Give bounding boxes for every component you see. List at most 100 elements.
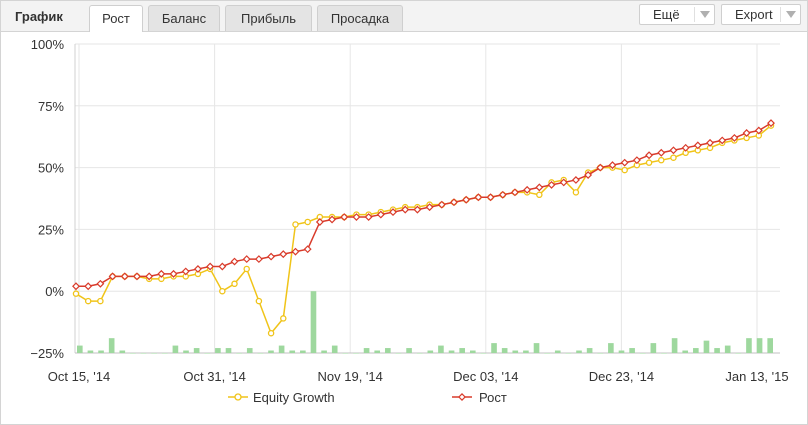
volume-bar xyxy=(225,348,232,353)
volume-bar xyxy=(661,353,667,354)
volume-bar xyxy=(257,353,264,354)
volume-bar xyxy=(512,350,519,353)
growth-point xyxy=(620,158,629,167)
x-tick-label: Jan 13, '15 xyxy=(725,369,788,384)
equity-growth-point xyxy=(97,297,104,305)
growth-point xyxy=(218,262,227,271)
volume-bar xyxy=(278,345,285,353)
volume-bar xyxy=(469,350,476,353)
volume-bar xyxy=(554,350,561,353)
volume-bar xyxy=(756,338,763,353)
volume-bar xyxy=(363,348,370,353)
equity-growth-point xyxy=(670,154,677,161)
growth-point xyxy=(693,141,702,150)
volume-bar xyxy=(161,353,168,354)
equity-growth-point xyxy=(621,166,628,174)
y-tick-label: 25% xyxy=(38,222,64,237)
growth-point xyxy=(303,245,312,254)
volume-bar xyxy=(501,348,508,353)
growth-point xyxy=(669,146,678,155)
equity-growth-point xyxy=(72,290,80,297)
volume-bar xyxy=(491,343,497,353)
volume-bar xyxy=(215,348,221,353)
y-tick-label: 50% xyxy=(38,161,64,176)
volume-bar xyxy=(650,343,657,353)
y-tick-label: 100% xyxy=(31,37,65,52)
volume-bar xyxy=(374,350,381,353)
volume-bar xyxy=(724,345,731,353)
volume-bar xyxy=(629,348,635,353)
growth-line xyxy=(76,122,772,288)
growth-point xyxy=(267,252,276,261)
volume-bar xyxy=(353,353,359,354)
volume-bar xyxy=(459,348,465,353)
x-tick-label: Dec 03, '14 xyxy=(453,369,518,384)
volume-bar xyxy=(438,345,444,353)
volume-bar xyxy=(151,353,157,354)
volume-bar xyxy=(703,340,710,353)
volume-bar xyxy=(204,353,211,354)
equity-growth-point xyxy=(536,191,543,199)
y-tick-label: 75% xyxy=(38,99,64,114)
equity-growth-point xyxy=(219,287,226,295)
volume-bar xyxy=(289,350,296,353)
growth-point xyxy=(242,255,251,264)
volume-bar xyxy=(671,338,678,353)
legend-growth-label: Рост xyxy=(479,390,507,405)
growth-point xyxy=(632,156,641,165)
y-tick-label: −25% xyxy=(30,346,64,361)
growth-point xyxy=(157,269,166,278)
equity-growth-point xyxy=(572,189,580,196)
growth-point xyxy=(84,282,93,291)
equity-growth-point xyxy=(243,265,250,273)
growth-point xyxy=(254,255,263,264)
equity-growth-point xyxy=(84,297,92,305)
volume-bar xyxy=(342,353,349,354)
volume-bar xyxy=(544,353,550,354)
growth-point xyxy=(571,176,580,184)
volume-bar xyxy=(77,345,83,353)
growth-point xyxy=(706,138,714,147)
volume-bar xyxy=(268,350,274,353)
volume-bar xyxy=(183,350,189,353)
volume-bar xyxy=(533,343,540,353)
volume-bar xyxy=(565,353,572,354)
growth-point xyxy=(645,151,654,160)
x-tick-label: Nov 19, '14 xyxy=(318,369,383,384)
growth-point xyxy=(72,282,80,291)
equity-growth-point xyxy=(292,221,299,228)
volume-bar xyxy=(321,350,327,353)
volume-bar xyxy=(693,348,699,353)
volume-bar xyxy=(395,353,402,354)
volume-bar xyxy=(406,348,412,353)
volume-bar xyxy=(416,353,423,354)
growth-point xyxy=(657,148,666,157)
growth-point xyxy=(230,257,239,266)
volume-bar xyxy=(714,348,720,353)
volume-bar xyxy=(682,350,689,353)
volume-bar xyxy=(735,353,742,354)
volume-bar xyxy=(608,343,614,353)
volume-bar xyxy=(119,350,126,353)
legend-equity-label: Equity Growth xyxy=(253,390,335,405)
volume-bar xyxy=(98,350,104,353)
volume-bar xyxy=(448,350,455,353)
volume-bar xyxy=(767,338,773,353)
equity-growth-point xyxy=(658,156,665,164)
volume-bar xyxy=(193,348,200,353)
volume-bar xyxy=(746,338,752,353)
volume-bar xyxy=(427,350,434,353)
volume-bar xyxy=(639,353,646,354)
growth-point xyxy=(193,264,202,273)
x-tick-label: Oct 31, '14 xyxy=(183,369,245,384)
growth-point xyxy=(291,247,300,256)
growth-point xyxy=(279,250,288,259)
volume-bar xyxy=(172,345,179,353)
volume-bar xyxy=(236,353,242,354)
y-tick-label: 0% xyxy=(45,284,64,299)
growth-chart: 100% 75% 50% 25% 0% −25% Oct 15, '14 Oct 31, '1… xyxy=(30,37,788,405)
volume-bar xyxy=(523,350,529,353)
equity-growth-point xyxy=(645,159,653,166)
equity-growth-point xyxy=(255,297,263,305)
volume-bar xyxy=(480,353,487,354)
